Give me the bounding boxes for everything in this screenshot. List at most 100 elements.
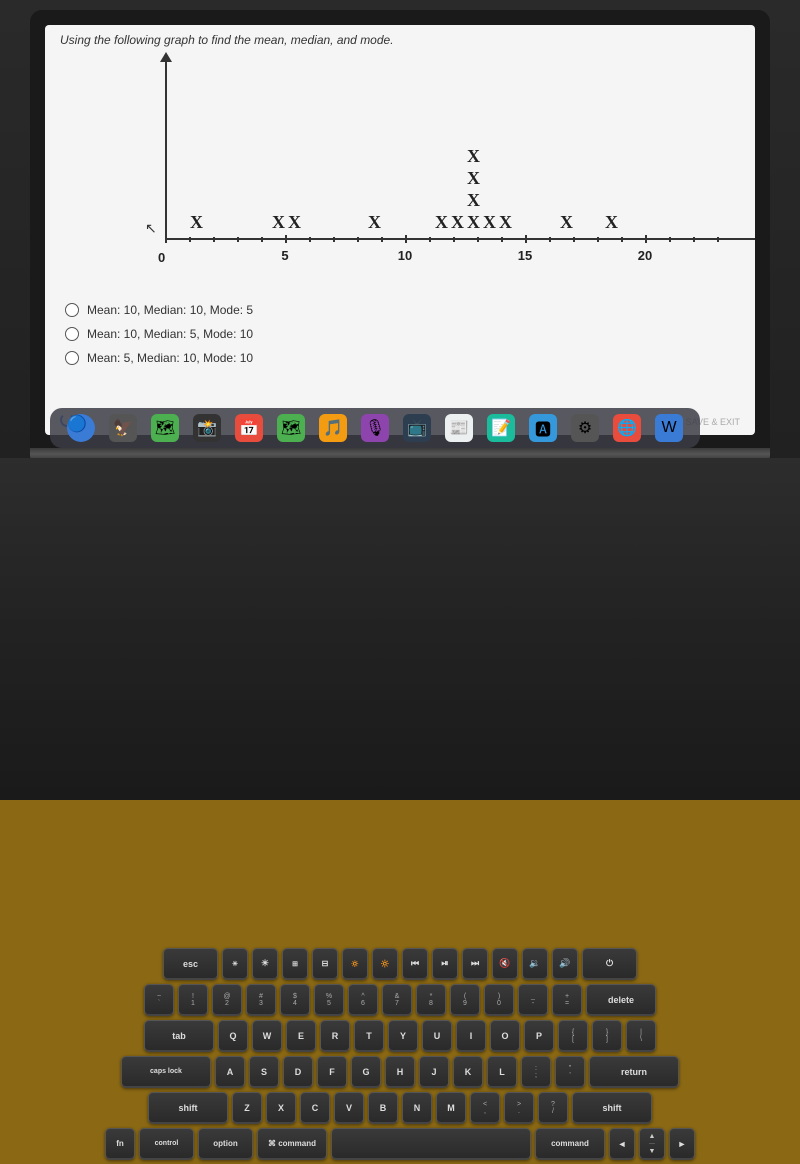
key-f9[interactable]: ⏭ xyxy=(462,948,488,980)
key-r[interactable]: R xyxy=(320,1020,350,1052)
key-8[interactable]: *8 xyxy=(416,984,446,1016)
key-g[interactable]: G xyxy=(351,1056,381,1088)
radio-option-2[interactable] xyxy=(65,327,79,341)
key-4[interactable]: $4 xyxy=(280,984,310,1016)
key-lbracket[interactable]: {[ xyxy=(558,1020,588,1052)
key-z[interactable]: Z xyxy=(232,1092,262,1124)
key-f3[interactable]: ⊞ xyxy=(282,948,308,980)
dock-icon-maps[interactable]: 🗺 xyxy=(151,414,179,442)
key-f[interactable]: F xyxy=(317,1056,347,1088)
key-updown[interactable]: ▲ ▼ xyxy=(639,1128,665,1160)
option-row-1[interactable]: Mean: 10, Median: 10, Mode: 5 xyxy=(65,303,745,317)
key-n[interactable]: N xyxy=(402,1092,432,1124)
key-fn[interactable]: fn xyxy=(105,1128,135,1160)
tick-minor xyxy=(333,237,335,242)
key-p[interactable]: P xyxy=(524,1020,554,1052)
tick-15 xyxy=(525,235,527,243)
key-return[interactable]: return xyxy=(589,1056,679,1088)
key-b[interactable]: B xyxy=(368,1092,398,1124)
key-period[interactable]: >. xyxy=(504,1092,534,1124)
key-equals[interactable]: += xyxy=(552,984,582,1016)
key-f6[interactable]: 🔆 xyxy=(372,948,398,980)
dock-icon-chrome[interactable]: 🌐 xyxy=(613,414,641,442)
key-f8[interactable]: ⏯ xyxy=(432,948,458,980)
key-q[interactable]: Q xyxy=(218,1020,248,1052)
key-slash[interactable]: ?/ xyxy=(538,1092,568,1124)
key-x[interactable]: X xyxy=(266,1092,296,1124)
key-2[interactable]: @2 xyxy=(212,984,242,1016)
dock-icon-2[interactable]: 🦅 xyxy=(109,414,137,442)
key-backslash[interactable]: |\ xyxy=(626,1020,656,1052)
radio-option-1[interactable] xyxy=(65,303,79,317)
radio-option-3[interactable] xyxy=(65,351,79,365)
key-f10[interactable]: 🔇 xyxy=(492,948,518,980)
key-f11[interactable]: 🔉 xyxy=(522,948,548,980)
key-7[interactable]: &7 xyxy=(382,984,412,1016)
key-e[interactable]: E xyxy=(286,1020,316,1052)
key-control[interactable]: control xyxy=(139,1128,194,1160)
key-i[interactable]: I xyxy=(456,1020,486,1052)
key-power[interactable]: ⏻ xyxy=(582,948,637,980)
key-9[interactable]: (9 xyxy=(450,984,480,1016)
option-row-3[interactable]: Mean: 5, Median: 10, Mode: 10 xyxy=(65,351,745,365)
key-command-left[interactable]: ⌘ command xyxy=(257,1128,327,1160)
key-f7[interactable]: ⏮ xyxy=(402,948,428,980)
key-capslock[interactable]: caps lock xyxy=(121,1056,211,1088)
key-delete[interactable]: delete xyxy=(586,984,656,1016)
key-option[interactable]: option xyxy=(198,1128,253,1160)
option-3-text: Mean: 5, Median: 10, Mode: 10 xyxy=(87,351,253,365)
key-tilde[interactable]: ~` xyxy=(144,984,174,1016)
key-u[interactable]: U xyxy=(422,1020,452,1052)
key-rbracket[interactable]: }] xyxy=(592,1020,622,1052)
dock-icon-notes[interactable]: 📝 xyxy=(487,414,515,442)
dock-icon-podcast[interactable]: 🎙 xyxy=(361,414,389,442)
dock-icon-cal[interactable]: 📅 xyxy=(235,414,263,442)
key-k[interactable]: K xyxy=(453,1056,483,1088)
key-f12[interactable]: 🔊 xyxy=(552,948,578,980)
key-w[interactable]: W xyxy=(252,1020,282,1052)
key-tab[interactable]: tab xyxy=(144,1020,214,1052)
key-o[interactable]: O xyxy=(490,1020,520,1052)
key-d[interactable]: D xyxy=(283,1056,313,1088)
key-j[interactable]: J xyxy=(419,1056,449,1088)
key-1[interactable]: !1 xyxy=(178,984,208,1016)
key-shift-right[interactable]: shift xyxy=(572,1092,652,1124)
key-left[interactable]: ◄ xyxy=(609,1128,635,1160)
option-row-2[interactable]: Mean: 10, Median: 5, Mode: 10 xyxy=(65,327,745,341)
dock-icon-tv[interactable]: 📺 xyxy=(403,414,431,442)
key-t[interactable]: T xyxy=(354,1020,384,1052)
key-shift-left[interactable]: shift xyxy=(148,1092,228,1124)
key-h[interactable]: H xyxy=(385,1056,415,1088)
key-s[interactable]: S xyxy=(249,1056,279,1088)
key-comma[interactable]: <, xyxy=(470,1092,500,1124)
key-esc[interactable]: esc xyxy=(163,948,218,980)
key-f1[interactable]: ☀ xyxy=(222,948,248,980)
key-command-right[interactable]: command xyxy=(535,1128,605,1160)
key-a[interactable]: A xyxy=(215,1056,245,1088)
key-f4[interactable]: ⊟ xyxy=(312,948,338,980)
key-y[interactable]: Y xyxy=(388,1020,418,1052)
dock-icon-music[interactable]: 🎵 xyxy=(319,414,347,442)
key-quote[interactable]: "' xyxy=(555,1056,585,1088)
dock-icon-system[interactable]: ⚙ xyxy=(571,414,599,442)
key-v[interactable]: V xyxy=(334,1092,364,1124)
dock-icon-nav[interactable]: 🗺 xyxy=(277,414,305,442)
dock-icon-news[interactable]: 📰 xyxy=(445,414,473,442)
dock-icon-appstore[interactable]: 🅰 xyxy=(529,414,557,442)
key-3[interactable]: #3 xyxy=(246,984,276,1016)
key-l[interactable]: L xyxy=(487,1056,517,1088)
key-0[interactable]: )0 xyxy=(484,984,514,1016)
key-5[interactable]: %5 xyxy=(314,984,344,1016)
key-right[interactable]: ► xyxy=(669,1128,695,1160)
key-minus[interactable]: _- xyxy=(518,984,548,1016)
key-c[interactable]: C xyxy=(300,1092,330,1124)
dock-icon-finder[interactable]: 🔵 xyxy=(67,414,95,442)
key-f2[interactable]: ☀ xyxy=(252,948,278,980)
key-6[interactable]: ^6 xyxy=(348,984,378,1016)
dock-icon-photos[interactable]: 📸 xyxy=(193,414,221,442)
key-semicolon[interactable]: :; xyxy=(521,1056,551,1088)
key-space[interactable] xyxy=(331,1128,531,1160)
key-f5[interactable]: 🔅 xyxy=(342,948,368,980)
dock-icon-word[interactable]: W xyxy=(655,414,683,442)
key-m[interactable]: M xyxy=(436,1092,466,1124)
